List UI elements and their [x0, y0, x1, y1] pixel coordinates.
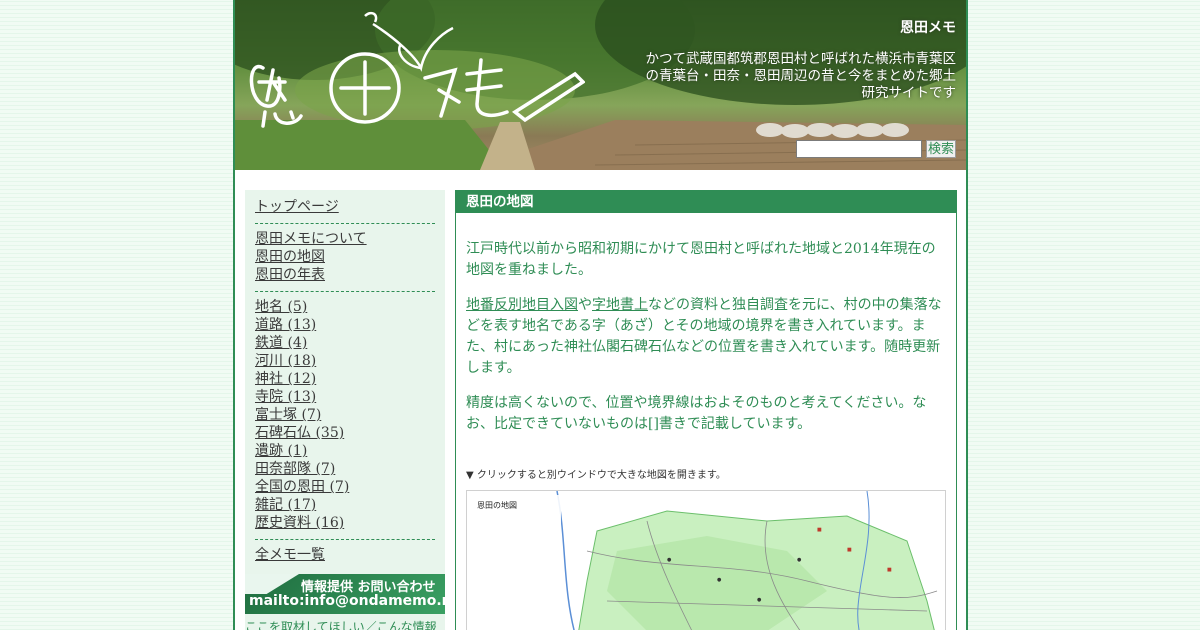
svg-text:●: ● [667, 557, 672, 563]
sidebar-category[interactable]: 遺跡 (1) [255, 442, 435, 460]
site-header: 恩田メモ かつて武蔵国都筑郡恩田村と呼ばれた横浜市青葉区の青葉台・田奈・恩田周辺… [235, 0, 966, 170]
map-note: ▼ クリックすると別ウインドウで大きな地図を開きます。 [466, 470, 726, 481]
divider [255, 291, 435, 292]
sidebar: トップページ 恩田メモについて 恩田の地図 恩田の年表 地名 (5) 道路 (1… [245, 190, 445, 630]
map-title-label: 恩田の地図 [477, 500, 517, 510]
sidebar-category[interactable]: 地名 (5) [255, 298, 435, 316]
svg-text:●: ● [757, 597, 762, 603]
main-content: 恩田の地図 江戸時代以前から昭和初期にかけて恩田村と呼ばれた地域と2014年現在… [455, 190, 957, 630]
sidebar-category[interactable]: 歴史資料 (16) [255, 514, 435, 532]
sidebar-category[interactable]: 富士塚 (7) [255, 406, 435, 424]
site-description: かつて武蔵国都筑郡恩田村と呼ばれた横浜市青葉区の青葉台・田奈・恩田周辺の昔と今を… [645, 51, 957, 101]
search-input[interactable] [796, 140, 922, 158]
svg-text:■: ■ [847, 547, 852, 553]
sidebar-category[interactable]: 雑記 (17) [255, 496, 435, 514]
link-chiban-map[interactable]: 地番反別地目入図 [466, 297, 578, 313]
divider [255, 539, 435, 540]
search-form: 検索 [796, 140, 956, 158]
article-body: 江戸時代以前から昭和初期にかけて恩田村と呼ばれた地域と2014年現在の地図を重ね… [456, 213, 956, 630]
link-azachi-kakiage[interactable]: 字地書上 [592, 297, 648, 313]
sidebar-item-about[interactable]: 恩田メモについて [255, 230, 435, 248]
sidebar-category[interactable]: 河川 (18) [255, 352, 435, 370]
paragraph-accuracy: 精度は高くないので、位置や境界線はおよそのものと考えてください。なお、比定できて… [466, 395, 927, 432]
sidebar-category[interactable]: 道路 (13) [255, 316, 435, 334]
conjunction-text: や [578, 297, 592, 313]
sidebar-item-all-memos[interactable]: 全メモ一覧 [255, 546, 435, 564]
map-thumbnail[interactable]: 恩田の地図 ■ ■ ■ ● ● ● ● [466, 490, 946, 630]
sidebar-note: ここを取材してほしい／こんな情報 [245, 620, 437, 630]
banner-decoration [245, 574, 299, 594]
svg-text:●: ● [717, 577, 722, 583]
sidebar-category[interactable]: 神社 (12) [255, 370, 435, 388]
sidebar-category[interactable]: 全国の恩田 (7) [255, 478, 435, 496]
page-container: 恩田メモ かつて武蔵国都筑郡恩田村と呼ばれた横浜市青葉区の青葉台・田奈・恩田周辺… [233, 0, 968, 630]
sidebar-item-top[interactable]: トップページ [255, 198, 435, 216]
site-logo[interactable] [245, 8, 585, 133]
sidebar-category[interactable]: 石碑石仏 (35) [255, 424, 435, 442]
banner-email: mailto:info@ondamemo.net [249, 593, 445, 609]
sidebar-item-timeline[interactable]: 恩田の年表 [255, 266, 435, 284]
contact-banner[interactable]: 情報提供 お問い合わせ mailto:info@ondamemo.net [245, 574, 445, 614]
map-image: 恩田の地図 ■ ■ ■ ● ● ● ● [467, 491, 945, 630]
sidebar-item-map[interactable]: 恩田の地図 [255, 248, 435, 266]
site-name: 恩田メモ [900, 20, 956, 36]
search-button[interactable]: 検索 [926, 140, 956, 158]
paragraph-sources: 地番反別地目入図や字地書上などの資料と独自調査を元に、村の中の集落などを表す地名… [466, 295, 946, 379]
svg-text:■: ■ [887, 567, 892, 573]
svg-text:●: ● [797, 557, 802, 563]
sidebar-category[interactable]: 鉄道 (4) [255, 334, 435, 352]
paragraph-intro: 江戸時代以前から昭和初期にかけて恩田村と呼ばれた地域と2014年現在の地図を重ね… [466, 241, 936, 278]
sidebar-category[interactable]: 寺院 (13) [255, 388, 435, 406]
divider [255, 223, 435, 224]
svg-text:■: ■ [817, 527, 822, 533]
page-title: 恩田の地図 [456, 191, 956, 213]
sidebar-category[interactable]: 田奈部隊 (7) [255, 460, 435, 478]
